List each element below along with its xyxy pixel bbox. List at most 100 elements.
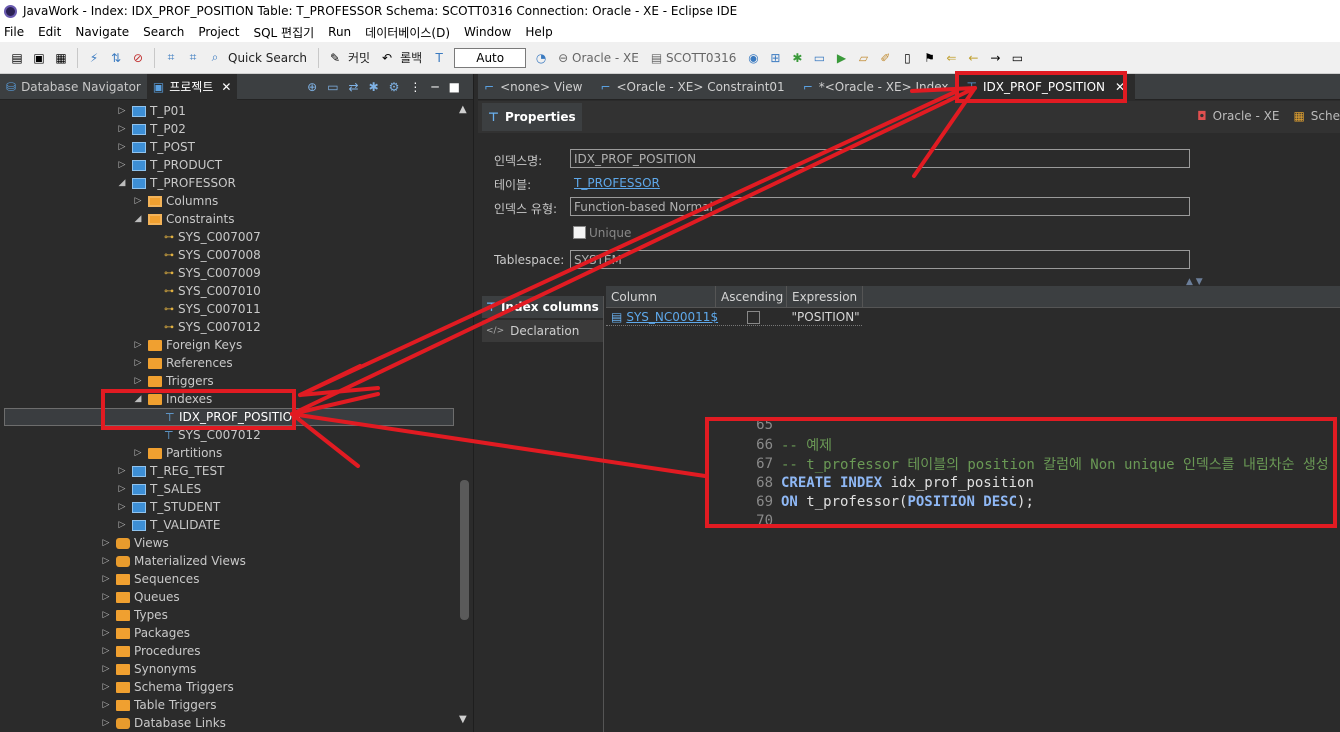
- column-header-column[interactable]: Column: [606, 286, 716, 308]
- unique-checkbox[interactable]: [573, 226, 586, 239]
- collapsed-arrow-icon[interactable]: ▷: [116, 466, 128, 476]
- open-folder-icon[interactable]: ▱: [855, 50, 871, 66]
- save-all-icon[interactable]: ▦: [53, 50, 69, 66]
- new-icon[interactable]: ▤: [9, 50, 25, 66]
- menu-edit[interactable]: Edit: [38, 25, 61, 39]
- console-icon[interactable]: ▭: [811, 50, 827, 66]
- open-sql-icon[interactable]: ⌗: [185, 50, 201, 66]
- tree-item[interactable]: ▷ T_VALIDATE: [116, 516, 221, 534]
- tablespace-field[interactable]: SYSTEM: [570, 250, 1190, 269]
- tree-item[interactable]: ▷ Views: [100, 534, 169, 552]
- collapsed-arrow-icon[interactable]: ▷: [100, 664, 112, 674]
- collapsed-arrow-icon[interactable]: ▷: [116, 484, 128, 494]
- dashboard-icon[interactable]: ◉: [745, 50, 761, 66]
- plug-icon[interactable]: ⇅: [108, 50, 124, 66]
- collapsed-arrow-icon[interactable]: ▷: [116, 502, 128, 512]
- collapsed-arrow-icon[interactable]: ▷: [132, 340, 144, 350]
- schema-selector[interactable]: ▤ SCOTT0316: [651, 51, 737, 65]
- editor-tab[interactable]: ⌐ <none> View: [478, 74, 592, 100]
- maximize-icon[interactable]: ■: [449, 80, 460, 94]
- tree-item[interactable]: ⊤ SYS_C007012: [148, 426, 261, 444]
- index-type-field[interactable]: Function-based Normal: [570, 197, 1190, 216]
- more-icon[interactable]: ▭: [1009, 50, 1025, 66]
- tree-item[interactable]: ⊶ SYS_C007007: [148, 228, 261, 246]
- tree-item[interactable]: ▷ T_PRODUCT: [116, 156, 223, 174]
- collapsed-arrow-icon[interactable]: ▷: [116, 124, 128, 134]
- row-column-value[interactable]: SYS_NC00011$: [626, 310, 718, 324]
- back-history-icon[interactable]: ⇐: [943, 50, 959, 66]
- tree-item[interactable]: ◢ Constraints: [132, 210, 235, 228]
- tree-item[interactable]: ◢ Indexes: [132, 390, 213, 408]
- tree-item[interactable]: ▷ T_POST: [116, 138, 195, 156]
- menu-project[interactable]: Project: [198, 25, 239, 39]
- collapsed-arrow-icon[interactable]: ▷: [132, 358, 144, 368]
- debug-icon[interactable]: ✱: [789, 50, 805, 66]
- ascending-checkbox[interactable]: [747, 310, 761, 324]
- tree-item[interactable]: ⊶ SYS_C007008: [148, 246, 261, 264]
- tree-item[interactable]: ▷ Procedures: [100, 642, 201, 660]
- collapsed-arrow-icon[interactable]: ▷: [100, 556, 112, 566]
- rollback-button[interactable]: 롤백: [400, 49, 422, 66]
- row-column-cell[interactable]: ▤ SYS_NC00011$: [606, 308, 718, 326]
- index-name-field[interactable]: IDX_PROF_POSITION: [570, 149, 1190, 168]
- tab-declaration[interactable]: </> Declaration: [482, 320, 603, 342]
- menu-run[interactable]: Run: [328, 25, 351, 39]
- back-icon[interactable]: ←: [965, 50, 981, 66]
- row-expression-cell[interactable]: "POSITION": [787, 308, 862, 326]
- scroll-down-icon[interactable]: ▼: [459, 714, 467, 725]
- menu-window[interactable]: Window: [464, 25, 511, 39]
- tree-item[interactable]: ▷ Foreign Keys: [132, 336, 243, 354]
- collapsed-arrow-icon[interactable]: ▷: [100, 700, 112, 710]
- save-icon[interactable]: ▣: [31, 50, 47, 66]
- collapsed-arrow-icon[interactable]: ▷: [116, 160, 128, 170]
- tab-properties[interactable]: ⊤ Properties: [482, 103, 582, 131]
- editor-tab[interactable]: ⊤ IDX_PROF_POSITION ✕: [958, 73, 1136, 100]
- quick-search-icon[interactable]: ⌕: [207, 50, 223, 66]
- tab-index-columns[interactable]: ⊤ Index columns: [482, 296, 603, 318]
- collapse-icon[interactable]: ▭: [327, 80, 338, 94]
- editor-tab[interactable]: ⌐ <Oracle - XE> Constraint01: [592, 74, 794, 100]
- tree-item[interactable]: ▷ Types: [100, 606, 168, 624]
- tree-item[interactable]: ⊶ SYS_C007010: [148, 282, 261, 300]
- tree-item[interactable]: ▷ Schema Triggers: [100, 678, 234, 696]
- collapsed-arrow-icon[interactable]: ▷: [100, 592, 112, 602]
- tree-item[interactable]: ▷ Partitions: [132, 444, 223, 462]
- tree-scrollbar[interactable]: ▲ ▼: [456, 100, 472, 732]
- collapsed-arrow-icon[interactable]: ▷: [100, 610, 112, 620]
- table-link[interactable]: T_PROFESSOR: [574, 176, 660, 190]
- menu-database[interactable]: 데이터베이스(D): [365, 24, 450, 41]
- collapsed-arrow-icon[interactable]: ▷: [100, 646, 112, 656]
- tree-item[interactable]: ▷ References: [132, 354, 233, 372]
- collapsed-arrow-icon[interactable]: ▷: [116, 520, 128, 530]
- menu-search[interactable]: Search: [143, 25, 184, 39]
- tree-item[interactable]: ⊶ SYS_C007012: [148, 318, 261, 336]
- menu-navigate[interactable]: Navigate: [75, 25, 129, 39]
- transaction-mode[interactable]: Auto: [454, 47, 527, 68]
- transaction-icon[interactable]: T: [431, 50, 447, 66]
- bookmark-icon[interactable]: ⚑: [921, 50, 937, 66]
- collapsed-arrow-icon[interactable]: ▷: [100, 718, 112, 728]
- collapsed-arrow-icon[interactable]: ▷: [100, 628, 112, 638]
- filter-icon[interactable]: ✱: [369, 80, 379, 94]
- tree-item[interactable]: ⊶ SYS_C007011: [148, 300, 261, 318]
- disconnect-icon[interactable]: ⊘: [130, 50, 146, 66]
- scroll-up-icon[interactable]: ▲: [459, 104, 467, 115]
- run-icon[interactable]: ▶: [833, 50, 849, 66]
- tab-project[interactable]: ▣ 프로젝트 ✕: [146, 73, 238, 100]
- menu-sql-editor[interactable]: SQL 편집기: [253, 24, 314, 41]
- tree-item[interactable]: ▷ Synonyms: [100, 660, 197, 678]
- column-header-expression[interactable]: Expression: [787, 286, 863, 308]
- link-icon[interactable]: ⇄: [349, 80, 359, 94]
- minimize-icon[interactable]: ─: [431, 80, 438, 94]
- collapsed-arrow-icon[interactable]: ▷: [100, 538, 112, 548]
- collapsed-arrow-icon[interactable]: ▷: [132, 376, 144, 386]
- collapsed-arrow-icon[interactable]: ▷: [132, 448, 144, 458]
- config-icon[interactable]: ⚙: [389, 80, 400, 94]
- tree-item[interactable]: ◢ T_PROFESSOR: [116, 174, 236, 192]
- column-header-ascending[interactable]: Ascending: [716, 286, 787, 308]
- tab-database-navigator[interactable]: ⛁ Database Navigator: [0, 74, 147, 100]
- tree-item[interactable]: ▷ Sequences: [100, 570, 200, 588]
- tree-item[interactable]: ⊶ SYS_C007009: [148, 264, 261, 282]
- tree-item[interactable]: ▷ Triggers: [132, 372, 214, 390]
- tree-item[interactable]: ▷ Packages: [100, 624, 190, 642]
